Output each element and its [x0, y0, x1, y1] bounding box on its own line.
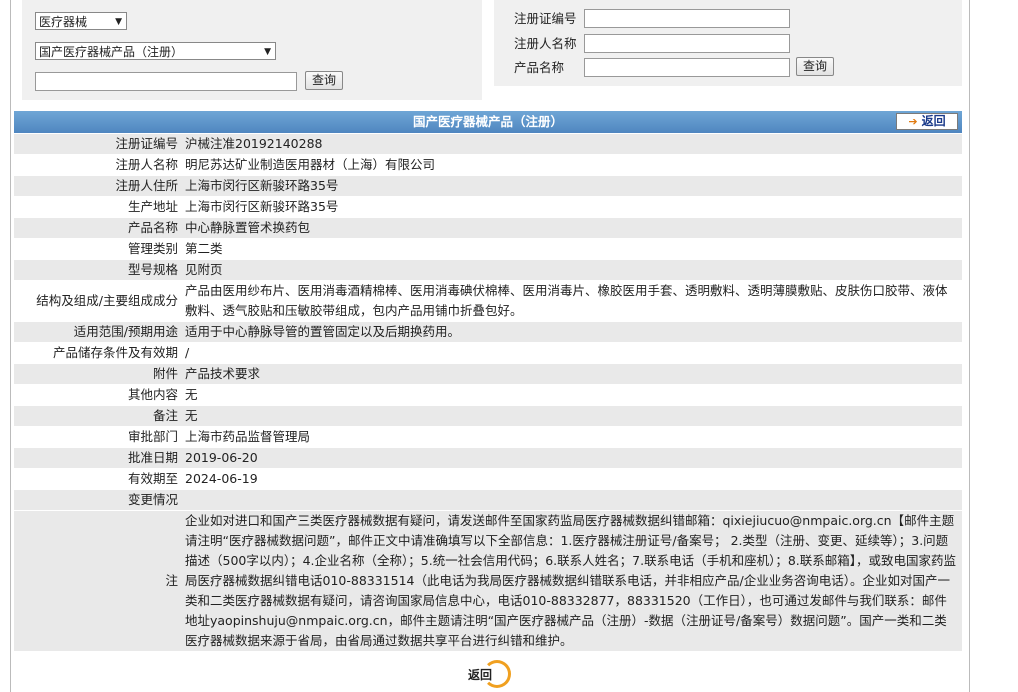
field-value: 产品由医用纱布片、医用消毒酒精棉棒、医用消毒碘伏棉棒、医用消毒片、橡胶医用手套、…: [185, 283, 948, 318]
table-row: 有效期至 2024-06-19: [14, 468, 962, 490]
table-row: 适用范围/预期用途 适用于中心静脉导管的置管固定以及后期换药用。: [14, 321, 962, 343]
field-value: 明尼苏达矿业制造医用器材（上海）有限公司: [185, 157, 436, 172]
product-name-label: 产品名称: [514, 60, 565, 75]
back-button-bottom-label: 返回: [468, 668, 493, 682]
back-button-top[interactable]: ➔ 返回: [896, 113, 958, 130]
arrow-right-icon: ➔: [908, 115, 918, 128]
field-value: 无: [185, 408, 198, 423]
detail-title-bar: 国产医疗器械产品（注册） ➔ 返回: [14, 111, 962, 133]
field-label: 注册证编号: [115, 136, 178, 151]
field-label: 审批部门: [127, 429, 178, 444]
category-select-value: 医疗器械: [39, 15, 88, 29]
field-value: 第二类: [185, 241, 223, 256]
table-row: 产品名称 中心静脉置管术换药包: [14, 217, 962, 239]
product-type-select-value: 国产医疗器械产品（注册）: [39, 45, 184, 59]
note-text: 企业如对进口和国产三类医疗器械数据有疑问，请发送邮件至国家药监局医疗器械数据纠错…: [185, 513, 956, 648]
field-label: 变更情况: [127, 492, 178, 507]
field-value: 适用于中心静脉导管的置管固定以及后期换药用。: [185, 324, 461, 339]
category-select[interactable]: 医疗器械 ▼: [35, 12, 127, 30]
table-row: 结构及组成/主要组成成分 产品由医用纱布片、医用消毒酒精棉棒、医用消毒碘伏棉棒、医…: [14, 280, 962, 322]
field-value: 见附页: [185, 262, 223, 277]
table-row: 注册证编号 沪械注准20192140288: [14, 134, 962, 155]
field-label: 有效期至: [127, 471, 178, 486]
registrant-label: 注册人名称: [514, 36, 577, 51]
detail-title: 国产医疗器械产品（注册）: [412, 114, 563, 129]
product-name-input[interactable]: [584, 58, 790, 77]
field-label: 备注: [152, 408, 178, 423]
table-row: 生产地址 上海市闵行区新骏环路35号: [14, 196, 962, 218]
note-row: 注企业如对进口和国产三类医疗器械数据有疑问，请发送邮件至国家药监局医疗器械数据纠…: [14, 510, 962, 652]
keyword-input[interactable]: [35, 72, 297, 91]
dropdown-arrow-icon: ▼: [264, 47, 271, 57]
field-value: /: [185, 345, 190, 360]
query-button-right[interactable]: 查询: [796, 57, 834, 76]
table-row: 型号规格 见附页: [14, 259, 962, 281]
field-value: 2024-06-19: [185, 471, 258, 486]
field-label: 生产地址: [127, 199, 178, 214]
table-row: 注册人住所 上海市闵行区新骏环路35号: [14, 175, 962, 197]
back-button-top-label: 返回: [921, 114, 946, 128]
table-row: 产品储存条件及有效期 /: [14, 342, 962, 364]
field-label: 附件: [152, 366, 178, 381]
field-label: 适用范围/预期用途: [73, 324, 178, 339]
field-value: 上海市闵行区新骏环路35号: [185, 178, 339, 193]
page: 医疗器械 ▼ 国产医疗器械产品（注册） ▼ 查询 注册证编号 注册人名称 产品名…: [0, 0, 1018, 692]
table-row: 备注无: [14, 405, 962, 427]
search-panel-left: 医疗器械 ▼ 国产医疗器械产品（注册） ▼ 查询: [22, 0, 482, 100]
table-row: 附件 产品技术要求: [14, 363, 962, 385]
table-row: 批准日期 2019-06-20: [14, 447, 962, 469]
field-label: 注册人住所: [115, 178, 178, 193]
field-value: [182, 490, 962, 511]
field-value: 上海市药品监督管理局: [185, 429, 311, 444]
field-label: 产品名称: [127, 220, 178, 235]
field-label: 产品储存条件及有效期: [52, 345, 178, 360]
field-label: 管理类别: [127, 241, 178, 256]
field-label: 其他内容: [127, 387, 178, 402]
field-value: 2019-06-20: [185, 450, 258, 465]
table-row: 注册人名称 明尼苏达矿业制造医用器材（上海）有限公司: [14, 154, 962, 176]
dropdown-arrow-icon: ▼: [115, 17, 122, 27]
query-button[interactable]: 查询: [305, 71, 343, 90]
field-label: 批准日期: [127, 450, 178, 465]
table-row: 审批部门 上海市药品监督管理局: [14, 426, 962, 448]
note-label: 注: [165, 573, 178, 588]
product-type-select[interactable]: 国产医疗器械产品（注册） ▼: [35, 42, 276, 60]
table-row: 变更情况: [14, 489, 962, 511]
field-value: 上海市闵行区新骏环路35号: [185, 199, 339, 214]
field-label: 型号规格: [127, 262, 178, 277]
reg-no-label: 注册证编号: [514, 11, 577, 26]
reg-no-input[interactable]: [584, 9, 790, 28]
table-row: 管理类别 第二类: [14, 238, 962, 260]
back-button-bottom[interactable]: 返回: [463, 660, 515, 690]
registrant-input[interactable]: [584, 34, 790, 53]
field-value: 无: [185, 387, 198, 402]
field-label: 结构及组成/主要组成成分: [36, 293, 178, 308]
field-value: 中心静脉置管术换药包: [185, 220, 311, 235]
table-row: 其他内容无: [14, 384, 962, 406]
field-label: 注册人名称: [115, 157, 178, 172]
detail-table: 注册证编号 沪械注准20192140288 注册人名称 明尼苏达矿业制造医用器材（上海…: [14, 134, 962, 652]
field-value: 沪械注准20192140288: [185, 136, 323, 151]
field-value: 产品技术要求: [185, 366, 261, 381]
search-panel-right: 注册证编号 注册人名称 产品名称 查询: [494, 0, 962, 86]
